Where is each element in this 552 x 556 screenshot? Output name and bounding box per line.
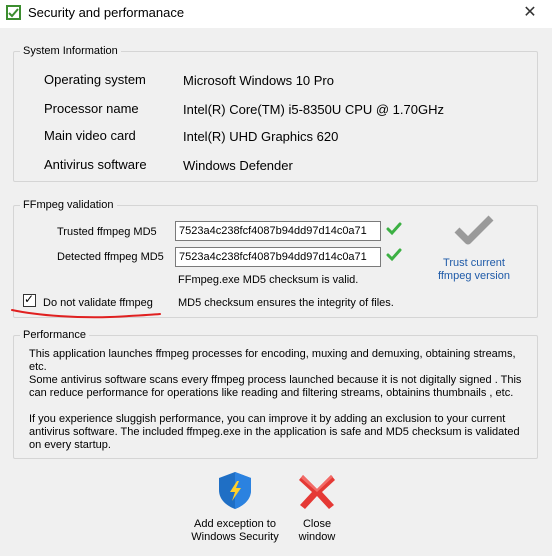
trust-current-version-button[interactable]: Trust current ffmpeg version (435, 257, 513, 283)
dialog-client-area: System Information Operating system Micr… (0, 28, 552, 556)
performance-paragraph-1: This application launches ffmpeg process… (29, 348, 516, 373)
close-red-x-icon[interactable] (297, 471, 337, 511)
os-value: Microsoft Windows 10 Pro (183, 73, 334, 88)
antivirus-label: Antivirus software (44, 157, 147, 172)
red-underline-annotation (11, 309, 161, 319)
add-exception-button[interactable]: Add exception to Windows Security (186, 518, 284, 544)
trusted-valid-check-icon (386, 222, 402, 236)
ffmpeg-validation-legend: FFmpeg validation (20, 198, 117, 212)
windows-security-shield-icon[interactable] (215, 470, 255, 510)
detected-md5-field[interactable]: 7523a4c238fcf4087b94dd97d14c0a71 (175, 247, 381, 267)
video-card-value: Intel(R) UHD Graphics 620 (183, 129, 339, 144)
performance-paragraph-2: Some antivirus software scans every ffmp… (29, 374, 522, 399)
detected-valid-check-icon (386, 248, 402, 262)
antivirus-value: Windows Defender (183, 158, 293, 173)
video-card-label: Main video card (44, 128, 136, 143)
do-not-validate-checkbox[interactable]: ✓ (23, 292, 36, 307)
os-label: Operating system (44, 72, 146, 87)
app-icon (6, 5, 21, 20)
trusted-md5-field[interactable]: 7523a4c238fcf4087b94dd97d14c0a71 (175, 221, 381, 241)
md5-status-text: FFmpeg.exe MD5 checksum is valid. (178, 274, 359, 286)
checkmark-icon: ✓ (24, 292, 35, 306)
md5-integrity-text: MD5 checksum ensures the integrity of fi… (178, 297, 394, 309)
trusted-md5-label: Trusted ffmpeg MD5 (57, 226, 157, 238)
title-bar: Security and performanace ✕ (0, 0, 552, 28)
detected-md5-label: Detected ffmpeg MD5 (57, 251, 164, 263)
trust-check-icon[interactable] (454, 214, 494, 246)
window-title: Security and performanace (28, 5, 185, 20)
system-info-group: System Information Operating system Micr… (13, 44, 538, 182)
close-window-button[interactable]: Close window (293, 518, 341, 544)
performance-paragraph-3: If you experience sluggish performance, … (29, 413, 520, 451)
performance-legend: Performance (20, 328, 89, 342)
processor-value: Intel(R) Core(TM) i5-8350U CPU @ 1.70GHz (183, 102, 444, 117)
system-info-legend: System Information (20, 44, 121, 58)
processor-label: Processor name (44, 101, 139, 116)
close-window-icon[interactable]: ✕ (518, 4, 542, 24)
